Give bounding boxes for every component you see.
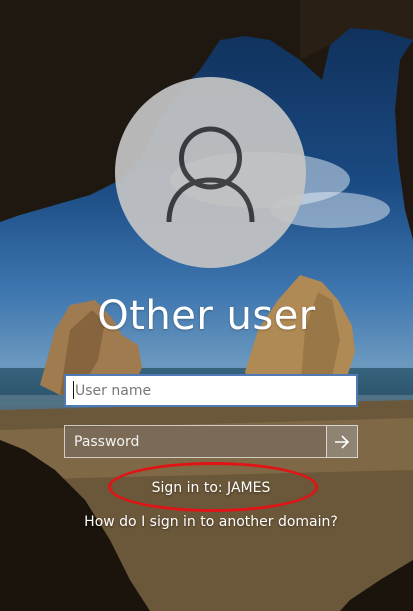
arrow-right-icon <box>335 434 350 449</box>
password-input[interactable] <box>64 425 326 458</box>
account-title: Other user <box>97 293 316 339</box>
lock-screen: Other user Sign in to: JAMES How do I si… <box>0 0 413 611</box>
user-avatar <box>115 77 306 268</box>
other-domain-link[interactable]: How do I sign in to another domain? <box>0 512 413 532</box>
text-caret <box>73 381 74 399</box>
red-circle-annotation <box>108 462 318 512</box>
username-input[interactable] <box>64 374 358 407</box>
submit-button[interactable] <box>326 425 358 458</box>
user-icon <box>166 126 255 223</box>
